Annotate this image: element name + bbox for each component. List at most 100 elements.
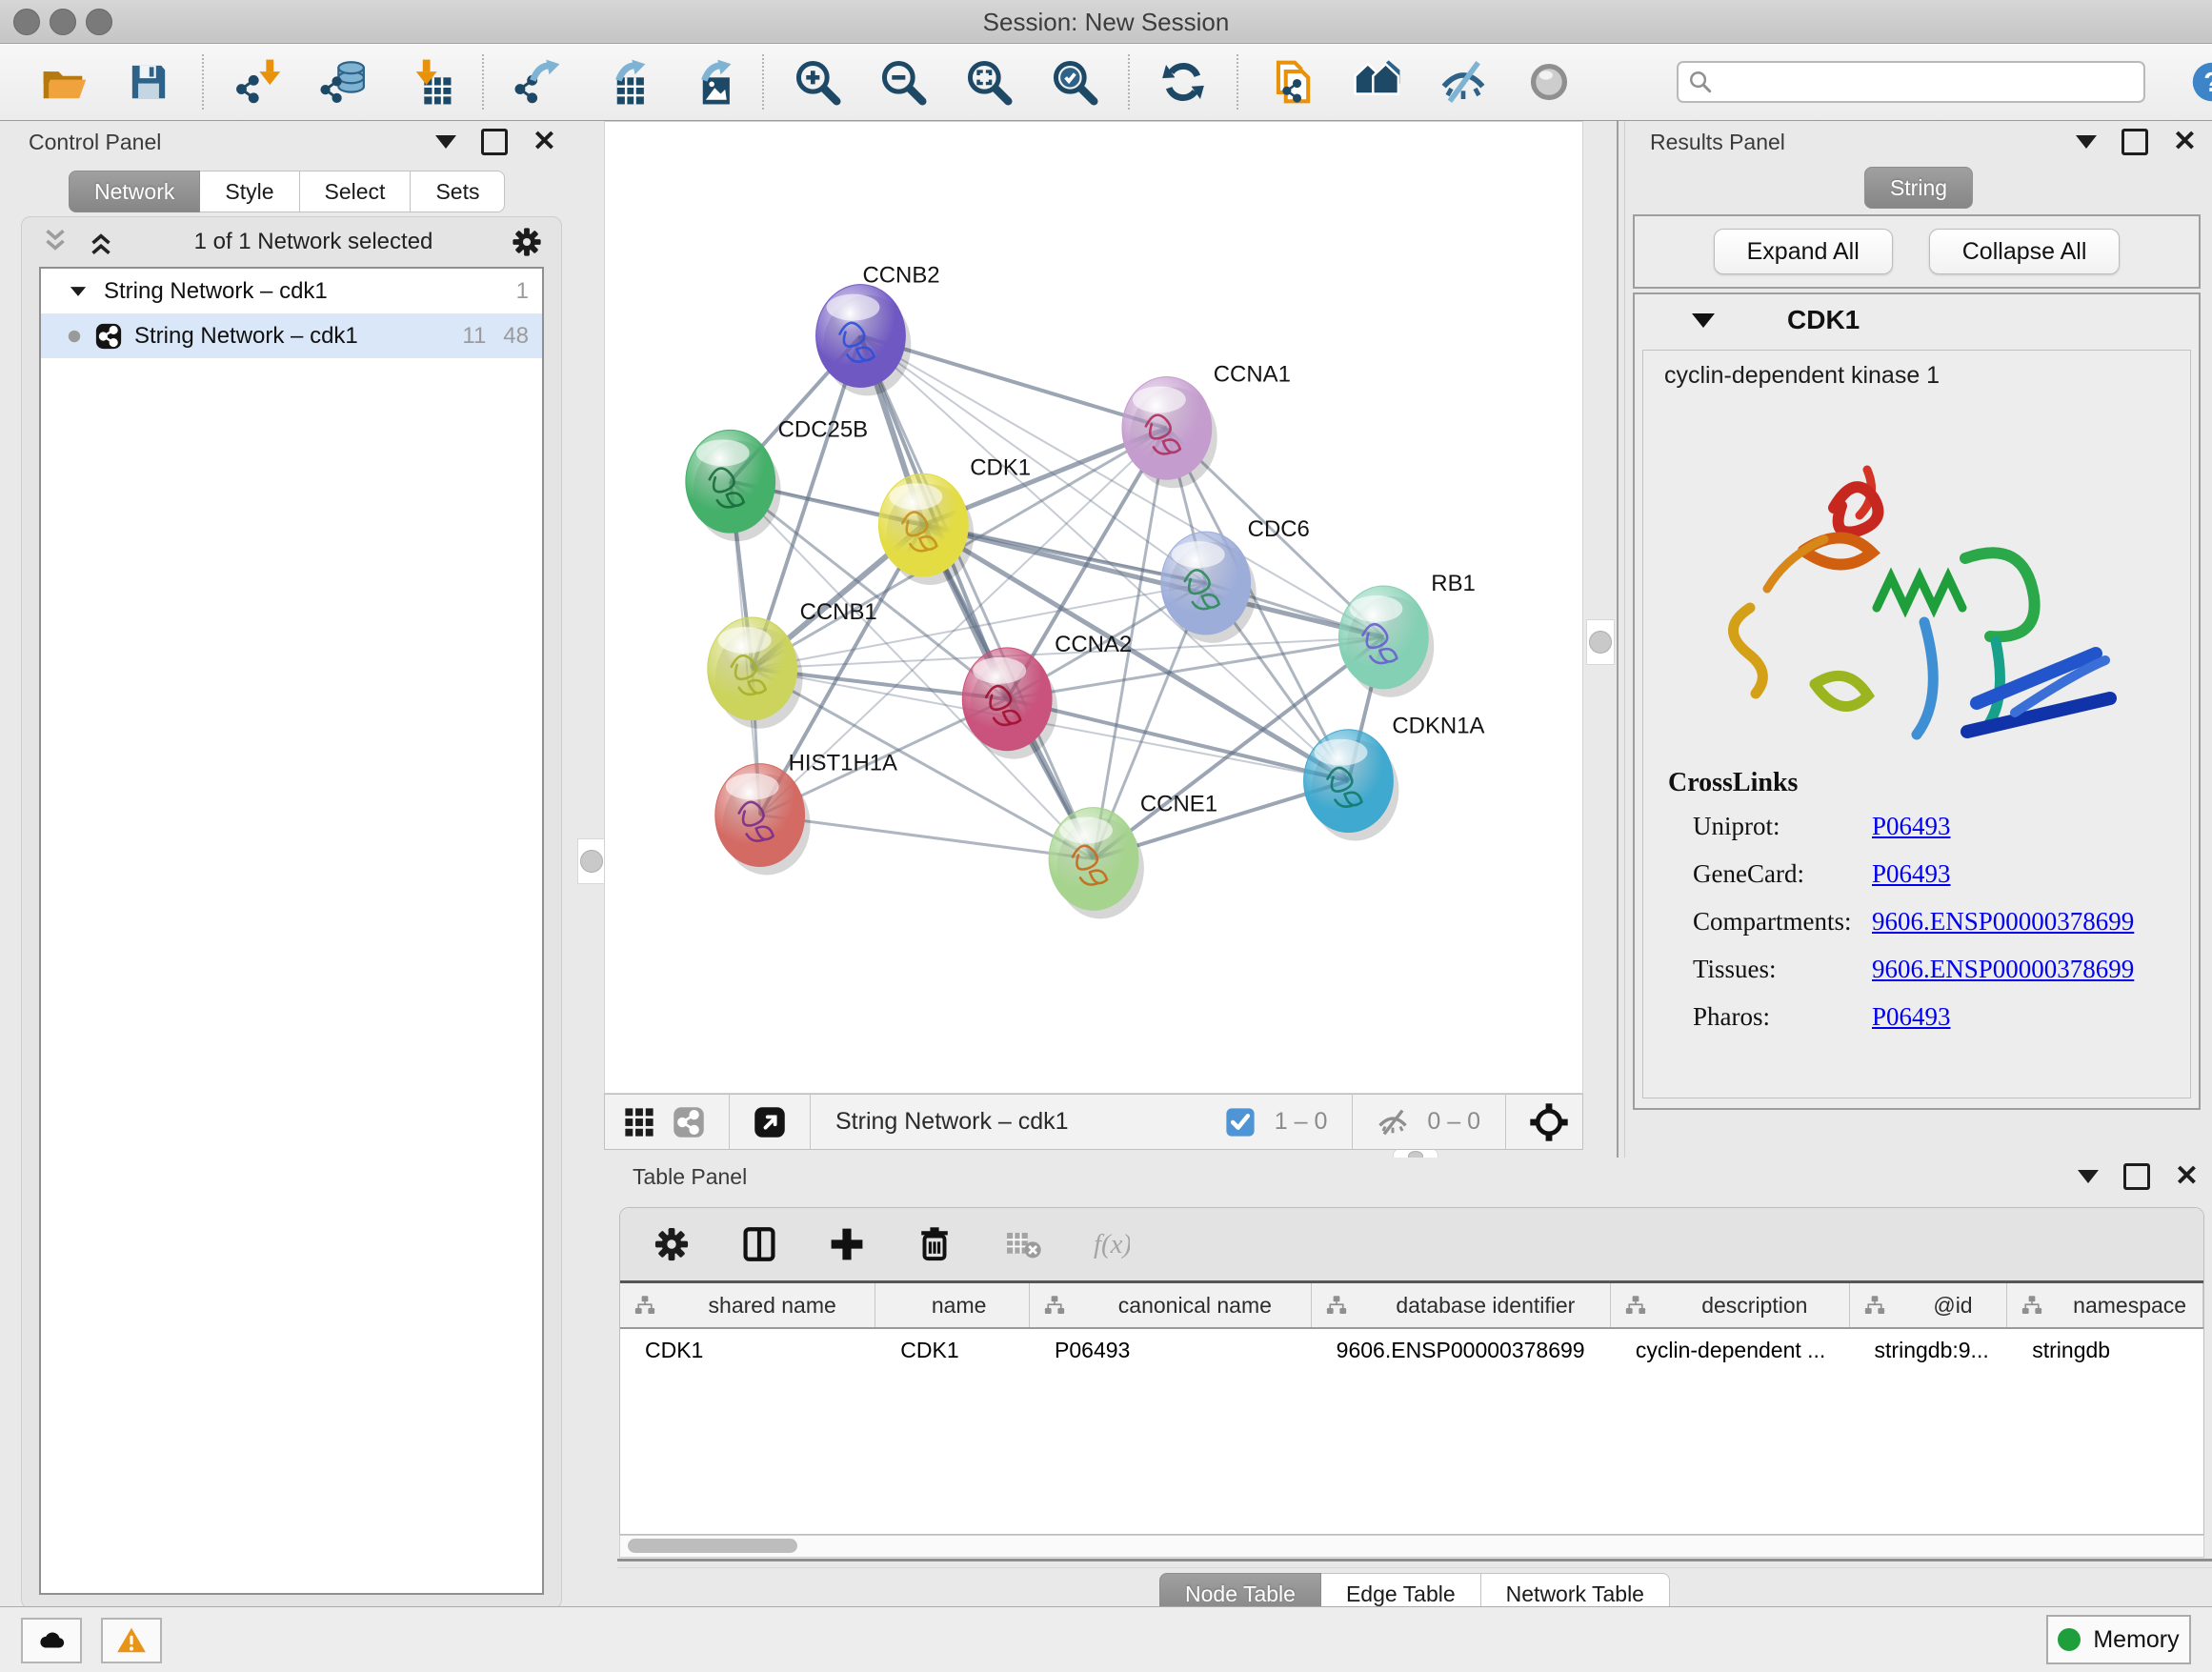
zoom-in-button[interactable] xyxy=(793,57,842,107)
table-panel-menu-icon[interactable] xyxy=(2078,1170,2099,1183)
crosslink-link[interactable]: 9606.ENSP00000378699 xyxy=(1872,907,2134,937)
node-position-crosshair-icon[interactable] xyxy=(1529,1102,1569,1142)
collection-expand-triangle-icon[interactable] xyxy=(66,279,90,304)
node-HIST1H1A[interactable]: HIST1H1A xyxy=(715,751,897,876)
collapse-all-button[interactable]: Collapse All xyxy=(1929,229,2121,274)
warnings-button[interactable] xyxy=(101,1618,162,1663)
memory-button[interactable]: Memory xyxy=(2046,1615,2191,1664)
tab-style[interactable]: Style xyxy=(200,171,299,212)
eye-disabled-button[interactable] xyxy=(1524,57,1574,107)
search-input[interactable] xyxy=(1677,61,2145,103)
export-image-button[interactable] xyxy=(684,57,734,107)
import-table-button[interactable] xyxy=(404,57,453,107)
grid-view-icon[interactable] xyxy=(622,1105,656,1139)
crosslink-link[interactable]: P06493 xyxy=(1872,1002,1951,1032)
scrollbar-thumb[interactable] xyxy=(628,1539,797,1553)
open-in-new-window-icon[interactable] xyxy=(753,1105,787,1139)
show-columns-button[interactable] xyxy=(734,1219,784,1269)
export-network-icon xyxy=(513,58,561,106)
results-panel-float-icon[interactable] xyxy=(2122,129,2148,155)
show-hide-button[interactable] xyxy=(1438,57,1488,107)
tab-string[interactable]: String xyxy=(1864,167,1973,209)
network-badge-icon[interactable] xyxy=(672,1105,706,1139)
hidden-eye-slash-icon[interactable] xyxy=(1376,1105,1410,1139)
save-session-button[interactable] xyxy=(124,57,173,107)
gene-collapse-triangle-icon[interactable] xyxy=(1692,313,1715,328)
network-collection-row[interactable]: String Network – cdk1 1 xyxy=(41,269,542,313)
crosslink-link[interactable]: P06493 xyxy=(1872,859,1951,889)
column-header-database-identifier[interactable]: database identifier xyxy=(1312,1283,1611,1327)
network-canvas[interactable]: CCNB2 CCNA1 CDC25B xyxy=(604,121,1583,1094)
tab-select[interactable]: Select xyxy=(300,171,412,212)
clone-network-button[interactable] xyxy=(1267,57,1317,107)
clear-table-button[interactable] xyxy=(997,1219,1047,1269)
column-header-name[interactable]: name xyxy=(875,1283,1030,1327)
zoom-out-button[interactable] xyxy=(878,57,928,107)
column-header-description[interactable]: description xyxy=(1611,1283,1850,1327)
node-CCNE1[interactable]: CCNE1 xyxy=(1049,792,1217,919)
node-CDC6[interactable]: CDC6 xyxy=(1161,516,1310,643)
node-CDC25B[interactable]: CDC25B xyxy=(686,416,868,541)
node-CCNB2[interactable]: CCNB2 xyxy=(816,263,940,396)
network-row[interactable]: String Network – cdk1 11 48 xyxy=(41,313,542,358)
column-header-canonical-name[interactable]: canonical name xyxy=(1030,1283,1312,1327)
node-label-CDC6: CDC6 xyxy=(1248,516,1310,542)
left-splitter-handle[interactable] xyxy=(577,838,606,884)
export-table-button[interactable] xyxy=(598,57,648,107)
expand-all-button[interactable]: Expand All xyxy=(1714,229,1893,274)
network-options-gear-icon[interactable] xyxy=(510,225,544,259)
node-label-CCNE1: CCNE1 xyxy=(1140,792,1217,817)
toolbar-group xyxy=(1158,57,1208,107)
delete-columns-button[interactable] xyxy=(910,1219,959,1269)
results-panel-close-icon[interactable]: ✕ xyxy=(2173,131,2197,152)
selected-nodes-checkbox-icon[interactable] xyxy=(1223,1105,1257,1139)
crosslink-link[interactable]: P06493 xyxy=(1872,812,1951,841)
expand-all-networks-icon[interactable] xyxy=(85,226,117,258)
table-row[interactable]: CDK1CDK1P064939606.ENSP00000378699cyclin… xyxy=(620,1329,2203,1373)
crosslink-link[interactable]: 9606.ENSP00000378699 xyxy=(1872,955,2134,984)
tab-sets[interactable]: Sets xyxy=(411,171,505,212)
hidden-node-edge-count: 0 – 0 xyxy=(1427,1108,1480,1136)
help-button[interactable]: ? xyxy=(2189,59,2212,105)
create-column-button[interactable] xyxy=(822,1219,872,1269)
refresh-icon xyxy=(1159,58,1207,106)
column-header-shared-name[interactable]: shared name xyxy=(620,1283,875,1327)
tree-column-icon xyxy=(1624,1294,1647,1317)
node-CCNA1[interactable]: CCNA1 xyxy=(1122,361,1291,488)
collapse-all-networks-icon[interactable] xyxy=(39,226,71,258)
results-panel-menu-icon[interactable] xyxy=(2076,135,2097,149)
node-RB1[interactable]: RB1 xyxy=(1338,571,1475,697)
gene-section-header[interactable]: CDK1 xyxy=(1635,294,2199,346)
node-label-HIST1H1A: HIST1H1A xyxy=(789,751,897,776)
export-network-button[interactable] xyxy=(513,57,562,107)
table-panel-float-icon[interactable] xyxy=(2123,1163,2150,1190)
column-header--id[interactable]: @id xyxy=(1850,1283,2008,1327)
table-header-row: shared namenamecanonical name database id… xyxy=(620,1283,2203,1329)
refresh-view-button[interactable] xyxy=(1158,57,1208,107)
table-panel-close-icon[interactable]: ✕ xyxy=(2175,1166,2199,1187)
zoom-in-icon xyxy=(794,58,841,106)
node-CDKN1A[interactable]: CDKN1A xyxy=(1304,714,1485,841)
open-session-button[interactable] xyxy=(38,57,88,107)
control-panel-float-icon[interactable] xyxy=(481,129,508,155)
zoom-selected-button[interactable] xyxy=(1050,57,1099,107)
first-neighbors-button[interactable] xyxy=(1353,57,1402,107)
zoom-fit-button[interactable] xyxy=(964,57,1014,107)
import-network-from-database-button[interactable] xyxy=(318,57,368,107)
tab-network[interactable]: Network xyxy=(69,171,200,212)
right-splitter-handle[interactable] xyxy=(1586,619,1615,665)
warning-icon xyxy=(115,1624,148,1657)
table-horizontal-scrollbar[interactable] xyxy=(619,1535,2204,1558)
control-panel-menu-icon[interactable] xyxy=(435,135,456,149)
control-panel-close-icon[interactable]: ✕ xyxy=(533,131,556,152)
column-label: database identifier xyxy=(1361,1293,1610,1319)
column-label: @id xyxy=(1900,1293,2007,1319)
function-builder-button[interactable]: f(x) xyxy=(1085,1219,1135,1269)
table-panel: Table Panel ✕ f(x) shared namenamecanoni… xyxy=(617,1158,2212,1606)
table-options-button[interactable] xyxy=(647,1219,696,1269)
crosslink-label: Tissues: xyxy=(1668,955,1872,984)
cloud-status-button[interactable] xyxy=(21,1618,82,1663)
column-header-namespace[interactable]: namespace xyxy=(2007,1283,2203,1327)
zoom-selected-icon xyxy=(1051,58,1098,106)
import-network-from-file-button[interactable] xyxy=(232,57,282,107)
